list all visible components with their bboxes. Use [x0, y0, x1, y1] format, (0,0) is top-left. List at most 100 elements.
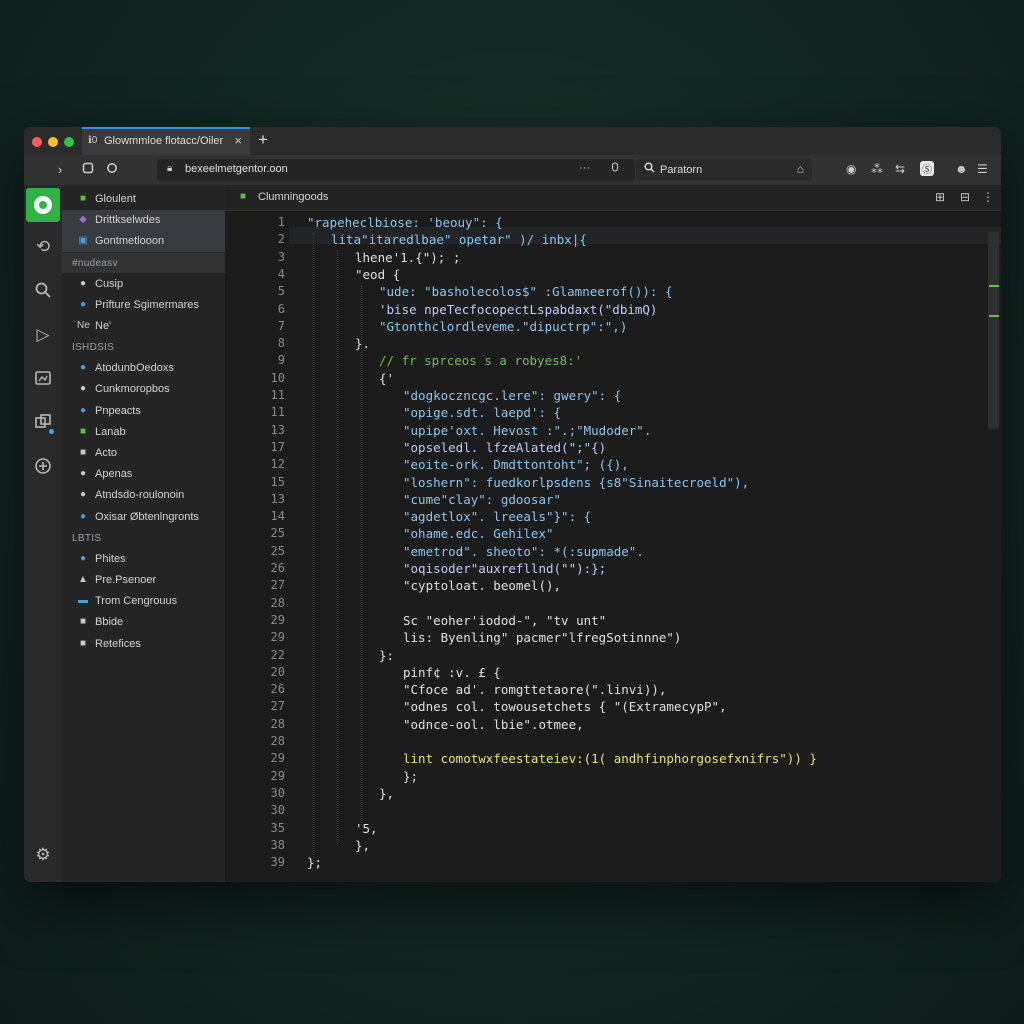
- code-line[interactable]: "emetrod". sheoto": *(:supmade".: [403, 544, 644, 559]
- search-box[interactable]: Paratorn ⌂: [636, 159, 812, 181]
- code-line[interactable]: "odnce-ool. lbie".otmee,: [403, 717, 584, 732]
- sidebar-section-header[interactable]: ISHDSIS: [62, 337, 225, 357]
- code-line[interactable]: "opige.sdt. laepd': {: [403, 405, 561, 420]
- sidebar-item[interactable]: ▬ Trom Cengrouus: [62, 591, 225, 612]
- line-number: 25: [270, 543, 285, 558]
- back-arrow-icon[interactable]: ›: [58, 162, 62, 177]
- accounts-icon[interactable]: [33, 457, 53, 480]
- code-line[interactable]: lhene'1.{"); ;: [355, 250, 460, 265]
- code-line[interactable]: "opseledl. lfzeAlated(";"{): [403, 440, 606, 455]
- microphone-icon[interactable]: [611, 162, 619, 177]
- code-line[interactable]: },: [379, 786, 394, 801]
- editor-scrollbar[interactable]: [988, 232, 999, 429]
- sidebar-item[interactable]: Ne Ne': [62, 316, 225, 337]
- code-line[interactable]: {': [379, 371, 394, 386]
- code-line[interactable]: "Cfoce ad'. romgttetaore(".linvi)),: [403, 682, 666, 697]
- code-line[interactable]: "eod {: [355, 267, 400, 282]
- sidebar-item[interactable]: ● Pnpeacts: [62, 401, 225, 422]
- code-line[interactable]: "ohame.edc. Gehilex": [403, 526, 554, 541]
- sidebar-item[interactable]: ● Apenas: [62, 464, 225, 485]
- file-item-icon: ●: [79, 510, 87, 522]
- house-icon[interactable]: ⌂: [797, 162, 804, 176]
- code-line[interactable]: "odnes col. towousetchets { "(Extramecyp…: [403, 699, 727, 714]
- file-item-icon: ●: [79, 277, 87, 289]
- extensions-icon[interactable]: [33, 413, 53, 436]
- code-line[interactable]: };: [403, 769, 418, 784]
- sidebar-item-label: Cunkmoropbos: [95, 383, 170, 396]
- code-line[interactable]: }:: [379, 648, 394, 663]
- code-line[interactable]: pinf¢ :v. £ {: [403, 665, 501, 680]
- code-line[interactable]: "cume"clay": gdoosar": [403, 492, 561, 507]
- browser-tab[interactable]: ℹ︎0 Glowmmloe flotacc/Oiler ×: [82, 127, 250, 155]
- sidebar-item[interactable]: ● AtodunbOedoxs: [62, 358, 225, 379]
- line-number: 39: [270, 855, 285, 870]
- app-logo-icon[interactable]: [26, 188, 60, 222]
- reload-icon[interactable]: [82, 162, 94, 177]
- sidebar-item[interactable]: ■ Lanab: [62, 422, 225, 443]
- code-line[interactable]: // fr sprceos s a robyes8:': [379, 353, 582, 368]
- sidebar-item[interactable]: ■ Bbide: [62, 612, 225, 633]
- code-line[interactable]: "Gtonthclordleveme."dipuctrp":",): [379, 319, 627, 334]
- sidebar-item[interactable]: ● Oxisar Øbtenlngronts: [62, 507, 225, 528]
- refresh-circle-icon[interactable]: ◉: [846, 162, 856, 176]
- code-line[interactable]: "upipe'oxt. Hevost :".;"Mudoder".: [403, 423, 651, 438]
- settings-gear-icon[interactable]: ⚙: [33, 845, 53, 865]
- code-line[interactable]: "dogkoczncgc.lere": gwery": {: [403, 388, 621, 403]
- sidebar-section-header[interactable]: LBTIS: [62, 528, 225, 548]
- sidebar-item-label: Gontmetlooon: [95, 235, 165, 248]
- home-icon[interactable]: [106, 162, 118, 177]
- sidebar-item[interactable]: ■ Retefices: [62, 634, 225, 655]
- code-line[interactable]: "oqisoder"auxrefllnd(""):};: [403, 561, 606, 576]
- code-line[interactable]: "cyptoloat. beomel(),: [403, 578, 561, 593]
- sidebar-item[interactable]: ▣ Gontmetlooon: [62, 231, 225, 253]
- address-bar[interactable]: 🔒︎ bexeelmetgentor.oon ···: [157, 159, 635, 181]
- more-options-icon[interactable]: ···: [579, 162, 590, 174]
- code-line[interactable]: "agdetlox". lreeals"}": {: [403, 509, 591, 524]
- code-line[interactable]: "rapeheclbiose: 'beouy": {: [307, 215, 503, 230]
- sidebar-item-label: Atndsdo‑roulonoin: [95, 489, 185, 502]
- minimize-window-button[interactable]: [48, 137, 58, 147]
- sidebar-item-label: Acto: [95, 447, 118, 459]
- sidebar-item[interactable]: ▲ Pre.Psenoer: [62, 570, 225, 591]
- more-actions-icon[interactable]: ⋮: [982, 190, 994, 204]
- sidebar-item[interactable]: ◆ Drittkselwdes: [62, 210, 225, 232]
- sidebar-item[interactable]: ● Prifture Sgimermares: [62, 295, 225, 316]
- sidebar-item[interactable]: ● Cunkmoropbos: [62, 379, 225, 400]
- code-line[interactable]: "loshern": fuedkorlpsdens {s8"Sinaitecro…: [403, 475, 749, 490]
- split-editor-icon[interactable]: ⊟: [960, 190, 970, 204]
- grid-icon[interactable]: ⁂: [871, 162, 883, 176]
- code-line[interactable]: lis: Byenling" pacmer"lfregSotinnne"): [403, 630, 681, 645]
- magnifier-icon[interactable]: [33, 281, 53, 304]
- code-line[interactable]: "ude: "basholecolos$" :Glamneerof()): {: [379, 284, 673, 299]
- sync-icon[interactable]: ⇆: [895, 162, 905, 176]
- sidebar-section-header[interactable]: #nudeasv: [62, 252, 225, 273]
- sidebar-item[interactable]: ● Cusip: [62, 274, 225, 295]
- sidebar-item[interactable]: ■ Acto: [62, 443, 225, 464]
- tab-close-icon[interactable]: ×: [234, 133, 242, 148]
- code-line[interactable]: "eoite-ork. Dmdttontoht"; ({),: [403, 457, 629, 472]
- close-window-button[interactable]: [32, 137, 42, 147]
- code-line[interactable]: '5,: [355, 821, 378, 836]
- sidebar-item[interactable]: ● Atndsdo‑roulonoin: [62, 485, 225, 506]
- code-line[interactable]: 'bise npeTecfocopectLspabdaxt("dbimQ): [379, 302, 657, 317]
- menu-icon[interactable]: ☰: [977, 162, 988, 176]
- source-control-icon[interactable]: [33, 369, 53, 392]
- code-line[interactable]: Sc "eoher'iodod-", "tv unt": [403, 613, 606, 628]
- code-line[interactable]: };: [307, 855, 322, 870]
- layout-grid-icon[interactable]: ⊞: [935, 190, 945, 204]
- code-line[interactable]: },: [355, 838, 370, 853]
- new-tab-button[interactable]: +: [258, 130, 268, 150]
- code-line[interactable]: }.: [355, 336, 370, 351]
- activity-bar: ⟲ ▷ ⚙: [24, 185, 62, 882]
- sidebar-item[interactable]: ● Phites: [62, 549, 225, 570]
- run-debug-icon[interactable]: ▷: [33, 325, 53, 345]
- line-number: 26: [270, 682, 285, 697]
- extension-badge-icon[interactable]: Ⓢ: [920, 161, 934, 176]
- profile-icon[interactable]: ☻: [955, 162, 968, 176]
- search-replace-icon[interactable]: ⟲: [33, 237, 53, 257]
- maximize-window-button[interactable]: [64, 137, 74, 147]
- code-line[interactable]: lint comotwxfeestateiev:(1( andhfinphorg…: [403, 751, 817, 766]
- code-line[interactable]: lita"itaredlbae" opetar" )/ inbx|{: [331, 232, 587, 247]
- editor-tab-title[interactable]: Clumningoods: [258, 191, 328, 203]
- sidebar-item[interactable]: ■ Gloulent: [62, 189, 225, 210]
